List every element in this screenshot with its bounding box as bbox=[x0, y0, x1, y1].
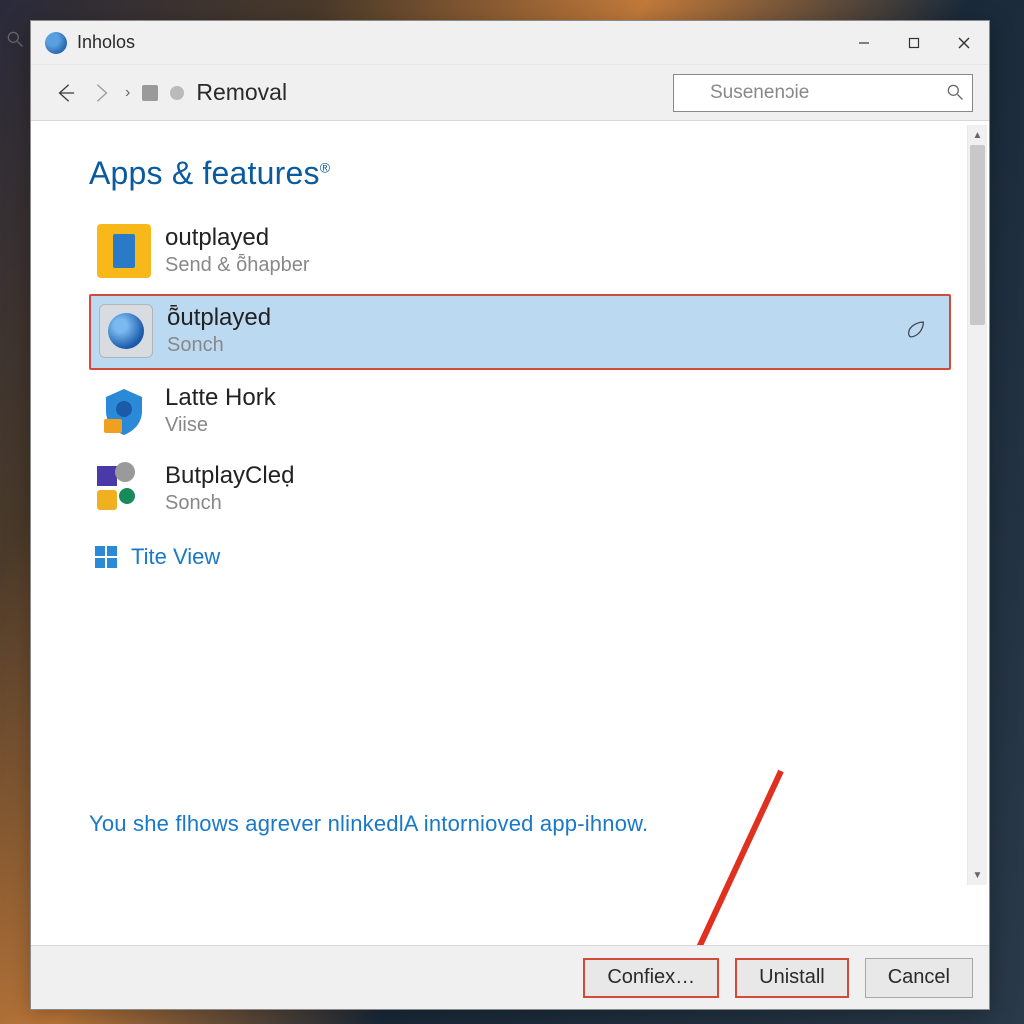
tiles-icon bbox=[95, 546, 117, 568]
chevron-right-icon: › bbox=[125, 84, 130, 102]
app-icon bbox=[97, 462, 151, 516]
nav-bar: › Removal bbox=[31, 65, 989, 121]
configure-button[interactable]: Confiex… bbox=[583, 958, 719, 998]
app-list: outplayed Send & ȭhapber ȭutplayed Sonch bbox=[89, 216, 951, 570]
content-area: Apps & features® outplayed Send & ȭhapbe… bbox=[31, 121, 989, 945]
forward-button[interactable] bbox=[83, 75, 119, 111]
app-name: Latte Hork bbox=[165, 385, 276, 411]
cancel-button[interactable]: Cancel bbox=[865, 958, 973, 998]
search-go-icon[interactable] bbox=[945, 82, 965, 107]
app-row-selected[interactable]: ȭutplayed Sonch bbox=[89, 294, 951, 370]
search-icon bbox=[5, 29, 25, 54]
annotation-arrow bbox=[611, 761, 811, 945]
leaf-icon bbox=[905, 319, 927, 346]
close-button[interactable] bbox=[939, 21, 989, 65]
app-publisher: Viise bbox=[165, 414, 276, 437]
app-row[interactable]: Latte Hork Viise bbox=[89, 376, 951, 448]
app-row[interactable]: outplayed Send & ȭhapber bbox=[89, 216, 951, 288]
app-icon bbox=[99, 304, 153, 358]
button-bar: Confiex… Unistall Cancel bbox=[31, 945, 989, 1009]
app-icon bbox=[45, 32, 67, 54]
app-icon bbox=[97, 384, 151, 438]
maximize-button[interactable] bbox=[889, 21, 939, 65]
settings-window: Inholos › Removal Apps & features® outpl… bbox=[30, 20, 990, 1010]
app-name: ȭutplayed bbox=[167, 305, 271, 331]
info-text: You she flhows agrever nlinkedlA intorni… bbox=[89, 811, 648, 837]
app-row[interactable]: ButplayCleḍ Sonch bbox=[89, 454, 951, 526]
scroll-up-icon[interactable]: ▲ bbox=[968, 125, 987, 145]
scrollbar[interactable]: ▲ ▼ bbox=[967, 125, 987, 885]
app-icon bbox=[97, 224, 151, 278]
page-title: Apps & features® bbox=[89, 155, 989, 192]
window-title: Inholos bbox=[77, 32, 839, 53]
tile-view-link[interactable]: Tite View bbox=[95, 544, 951, 570]
breadcrumb-icon bbox=[142, 85, 158, 101]
app-publisher: Sonch bbox=[165, 492, 294, 515]
tile-view-label: Tite View bbox=[131, 544, 220, 570]
app-publisher: Sonch bbox=[167, 334, 271, 357]
search-wrap bbox=[673, 74, 973, 112]
back-button[interactable] bbox=[47, 75, 83, 111]
app-name: ButplayCleḍ bbox=[165, 463, 294, 489]
breadcrumb-text[interactable]: Removal bbox=[196, 79, 673, 106]
app-publisher: Send & ȭhapber bbox=[165, 254, 310, 277]
minimize-button[interactable] bbox=[839, 21, 889, 65]
search-input[interactable] bbox=[673, 74, 973, 112]
breadcrumb-icon bbox=[170, 86, 184, 100]
app-name: outplayed bbox=[165, 225, 310, 251]
scroll-thumb[interactable] bbox=[970, 145, 985, 325]
uninstall-button[interactable]: Unistall bbox=[735, 958, 849, 998]
scroll-down-icon[interactable]: ▼ bbox=[968, 865, 987, 885]
titlebar: Inholos bbox=[31, 21, 989, 65]
